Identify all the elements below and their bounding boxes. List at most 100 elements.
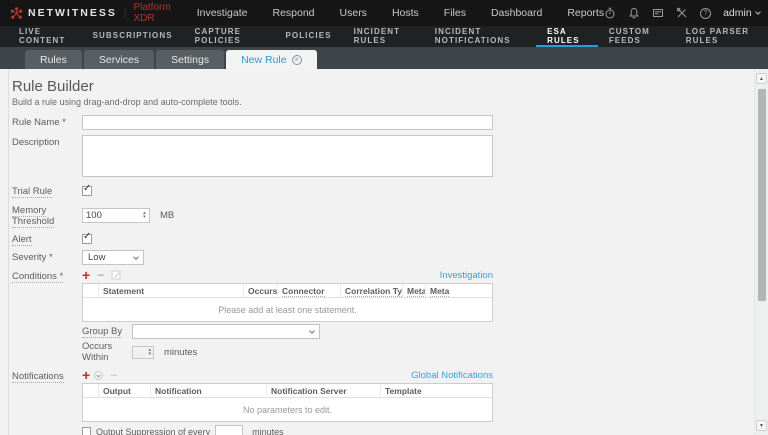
- tab-settings[interactable]: Settings: [156, 50, 225, 69]
- description-textarea[interactable]: [82, 135, 493, 177]
- group-by-label: Group By: [82, 326, 123, 338]
- vertical-scrollbar[interactable]: ▲ ▼: [754, 69, 768, 435]
- scroll-down-button[interactable]: ▼: [756, 420, 767, 431]
- memory-threshold-label: Memory Threshold: [12, 205, 55, 228]
- stepper-arrows[interactable]: ▴ ▾: [140, 209, 149, 222]
- tab-new-rule[interactable]: New Rule ×: [226, 50, 317, 69]
- subnav-live-content[interactable]: LIVE CONTENT: [8, 26, 82, 47]
- menu-hosts[interactable]: Hosts: [392, 7, 419, 19]
- close-icon[interactable]: ×: [291, 54, 302, 65]
- conditions-col-occurs: Occurs: [244, 284, 278, 297]
- occurs-within-label: Occurs Within: [82, 341, 113, 363]
- menu-dashboard[interactable]: Dashboard: [491, 7, 542, 19]
- panel-left-border: [8, 69, 9, 435]
- output-suppression-row: Output Suppression of every minutes: [82, 425, 493, 435]
- bell-icon[interactable]: [628, 7, 640, 19]
- alert-checkbox[interactable]: ✓: [82, 231, 92, 244]
- notifications-col-output: Output: [99, 384, 151, 397]
- menu-investigate[interactable]: Investigate: [197, 7, 248, 19]
- notifications-empty-message: No parameters to edit.: [242, 404, 333, 415]
- conditions-empty-message: Please add at least one statement.: [218, 304, 357, 315]
- page-title: Rule Builder: [12, 78, 94, 95]
- stepper-down-icon[interactable]: ▾: [143, 215, 146, 220]
- subnav-policies[interactable]: POLICIES: [274, 26, 342, 47]
- jobs-report-icon[interactable]: [652, 7, 664, 19]
- subnav-incident-notifications[interactable]: INCIDENT NOTIFICATIONS: [424, 26, 536, 47]
- tab-new-rule-label: New Rule: [241, 53, 287, 66]
- subnav-log-parser-rules[interactable]: LOG PARSER RULES: [675, 26, 768, 47]
- menu-reports[interactable]: Reports: [567, 7, 604, 19]
- subnav-subscriptions[interactable]: SUBSCRIPTIONS: [82, 26, 184, 47]
- menu-respond[interactable]: Respond: [272, 7, 314, 19]
- edit-statement-button[interactable]: [111, 267, 122, 285]
- occurs-within-row: Occurs Within ▴ ▾ minutes: [12, 341, 768, 363]
- rule-name-row: Rule Name *: [12, 115, 768, 130]
- global-notifications-link[interactable]: Global Notifications: [411, 370, 493, 381]
- conditions-row: Conditions * + − Investigation Statement…: [12, 267, 768, 322]
- notifications-label: Notifications: [12, 371, 64, 383]
- brand: NETWITNESS | Platform XDR: [10, 2, 171, 24]
- alert-label: Alert: [12, 234, 32, 246]
- add-statement-button[interactable]: +: [82, 268, 90, 282]
- trial-rule-checkbox[interactable]: ✓: [82, 182, 92, 196]
- subnav-incident-rules[interactable]: INCIDENT RULES: [343, 26, 424, 47]
- investigation-link[interactable]: Investigation: [440, 270, 493, 281]
- menu-users[interactable]: Users: [340, 7, 367, 19]
- notifications-col-notification: Notification: [151, 384, 267, 397]
- subnav-custom-feeds[interactable]: CUSTOM FEEDS: [598, 26, 675, 47]
- conditions-table: Statement Occurs Connector Correlation T…: [82, 283, 493, 322]
- notifications-toolbar: + − Global Notifications: [82, 368, 493, 382]
- notifications-col-template: Template: [385, 386, 422, 396]
- notifications-table-header: Output Notification Notification Server …: [83, 384, 492, 398]
- top-menu: Investigate Respond Users Hosts Files Da…: [197, 7, 604, 19]
- tools-icon[interactable]: [676, 7, 688, 19]
- occurs-within-input[interactable]: [133, 346, 147, 358]
- alert-row: Alert ✓: [12, 231, 768, 246]
- tab-services[interactable]: Services: [83, 50, 155, 69]
- stepper-down-icon[interactable]: ▾: [149, 352, 152, 357]
- conditions-label: Conditions *: [12, 271, 64, 283]
- user-menu[interactable]: admin: [723, 7, 761, 19]
- tab-rules[interactable]: Rules: [25, 50, 82, 69]
- memory-threshold-row: Memory Threshold ▴ ▾ MB: [12, 203, 768, 228]
- brand-divider: |: [123, 7, 127, 19]
- admin-sub-navigation: LIVE CONTENT SUBSCRIPTIONS CAPTURE POLIC…: [0, 26, 768, 47]
- output-suppression-checkbox[interactable]: [82, 427, 91, 435]
- output-suppression-unit: minutes: [252, 426, 284, 435]
- help-icon[interactable]: ?: [700, 7, 712, 19]
- menu-files[interactable]: Files: [444, 7, 466, 19]
- severity-select[interactable]: Low: [82, 250, 144, 265]
- scroll-up-button[interactable]: ▲: [756, 73, 767, 84]
- conditions-toolbar: + − Investigation: [82, 267, 493, 285]
- scrollbar-thumb[interactable]: [758, 89, 766, 301]
- rule-name-label: Rule Name *: [12, 117, 66, 128]
- remove-statement-button[interactable]: −: [97, 269, 104, 281]
- trial-rule-row: Trial Rule ✓: [12, 182, 768, 198]
- group-by-select[interactable]: [132, 324, 320, 339]
- remove-notification-button[interactable]: −: [110, 369, 117, 381]
- subnav-esa-rules[interactable]: ESA RULES: [536, 26, 598, 47]
- product-name: Platform XDR: [133, 2, 171, 24]
- user-name: admin: [723, 7, 752, 19]
- trial-rule-label: Trial Rule: [12, 186, 53, 198]
- add-notification-button[interactable]: +: [82, 368, 90, 382]
- output-suppression-label: Output Suppression of every: [96, 426, 211, 435]
- output-suppression-input[interactable]: [215, 425, 244, 435]
- severity-row: Severity * Low: [12, 250, 768, 265]
- checkmark-icon: ✓: [83, 182, 92, 194]
- conditions-col-correlation-type: Correlation Type: [341, 284, 403, 297]
- stepper-arrows[interactable]: ▴ ▾: [147, 347, 153, 358]
- memory-threshold-input[interactable]: [83, 208, 140, 222]
- conditions-col-meta-2: Meta: [430, 286, 450, 297]
- description-label: Description: [12, 137, 60, 148]
- subnav-capture-policies[interactable]: CAPTURE POLICIES: [184, 26, 275, 47]
- add-notification-dropdown-icon[interactable]: [94, 371, 104, 380]
- rule-builder-panel: Rule Builder Build a rule using drag-and…: [0, 69, 768, 435]
- severity-value: Low: [88, 252, 106, 263]
- esa-tab-bar: Rules Services Settings New Rule ×: [0, 47, 768, 69]
- conditions-table-header: Statement Occurs Connector Correlation T…: [83, 284, 492, 298]
- stopwatch-icon[interactable]: [604, 7, 616, 19]
- notifications-table: Output Notification Notification Server …: [82, 383, 493, 422]
- rule-name-input[interactable]: [82, 115, 493, 130]
- chevron-down-icon: [133, 253, 139, 260]
